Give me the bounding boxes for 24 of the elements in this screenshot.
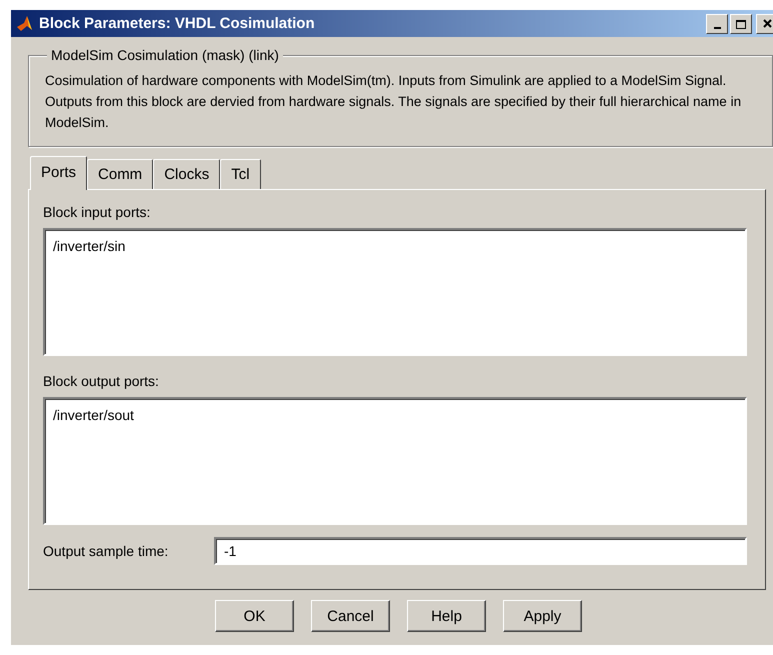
dialog-button[interactable]: OK xyxy=(215,600,294,632)
tab[interactable]: Ports xyxy=(30,156,88,190)
group-title: ModelSim Cosimulation (mask) (link) xyxy=(47,47,283,63)
description-text: Cosimulation of hardware components with ModelSim(tm). Inputs from Simulink are applied to a ModelSim Signal. Outputs from this block are dervied from hardware signals. The signals are specified by their full hierarchical name in ModelSim. xyxy=(45,72,742,132)
maximize-button[interactable] xyxy=(730,14,752,34)
window-title: Block Parameters: VHDL Cosimulation xyxy=(39,15,316,32)
minimize-button[interactable] xyxy=(706,14,728,34)
input-field[interactable]: -1 xyxy=(214,537,747,565)
field-label: Output sample time: xyxy=(43,543,170,559)
app-logo-icon xyxy=(15,14,35,34)
tab[interactable]: Tcl xyxy=(220,159,261,189)
dialog-button[interactable]: Apply xyxy=(503,600,582,632)
maximize-icon xyxy=(736,20,746,28)
tab[interactable]: Clocks xyxy=(153,159,220,189)
field-label: Block input ports: xyxy=(43,204,152,220)
close-icon xyxy=(762,19,772,28)
field-label: Block output ports: xyxy=(43,373,160,389)
minimize-icon xyxy=(714,26,720,28)
dialog-button[interactable]: Cancel xyxy=(311,600,390,632)
dialog-button[interactable]: Help xyxy=(407,600,486,632)
tab[interactable]: Comm xyxy=(87,159,154,189)
input-field[interactable]: /inverter/sout xyxy=(43,397,747,525)
input-field[interactable]: /inverter/sin xyxy=(43,228,747,356)
close-button[interactable] xyxy=(756,14,773,34)
